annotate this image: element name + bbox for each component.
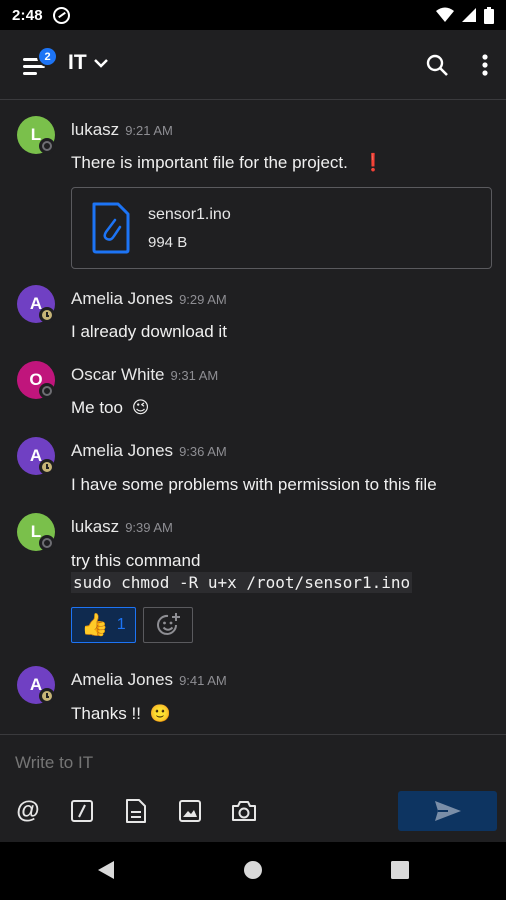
message-text: try this command (71, 551, 201, 570)
mention-button[interactable]: @ (14, 797, 42, 825)
slash-command-icon (71, 800, 93, 822)
message-text: There is important file for the project.… (71, 153, 384, 173)
home-icon (244, 861, 262, 879)
timestamp: 9:29 AM (179, 292, 227, 307)
code-block: sudo chmod -R u+x /root/sensor1.ino (71, 572, 413, 593)
inline-code: sudo chmod -R u+x /root/sensor1.ino (71, 572, 413, 593)
image-icon (179, 800, 201, 822)
timestamp: 9:21 AM (125, 123, 173, 138)
message-text: I have some problems with permission to … (71, 475, 437, 494)
recents-button[interactable] (390, 860, 410, 880)
chevron-down-icon (93, 59, 108, 68)
at-sign-icon: @ (16, 797, 40, 824)
room-name: IT (68, 51, 87, 74)
file-attachment-icon (92, 202, 130, 254)
status-offline-indicator (39, 535, 55, 551)
message-text: Me too 😉 (71, 398, 149, 418)
message-text: I already download it (71, 322, 227, 341)
system-navigation-bar (0, 842, 506, 900)
status-away-indicator (39, 459, 55, 475)
file-icon (126, 799, 146, 823)
unread-badge: 2 (37, 46, 58, 67)
send-icon (434, 801, 461, 821)
message-input[interactable] (15, 753, 485, 773)
reaction-thumbs-up[interactable]: 👍 1 (71, 607, 136, 643)
search-icon (426, 54, 448, 76)
send-button[interactable] (398, 791, 497, 831)
wink-emoji: 😉 (131, 398, 150, 417)
message-text-content: Thanks !! (71, 704, 141, 723)
wifi-icon (436, 7, 454, 22)
timestamp: 9:36 AM (179, 444, 227, 459)
file-attachment[interactable]: sensor1.ino 994 B (71, 187, 492, 269)
notification-icon (52, 6, 70, 24)
signal-icon (462, 8, 476, 22)
camera-button[interactable] (230, 797, 258, 825)
back-icon (98, 861, 114, 879)
menu-button[interactable]: 2 (20, 46, 58, 80)
status-away-indicator (39, 307, 55, 323)
image-upload-button[interactable] (176, 797, 204, 825)
username[interactable]: Amelia Jones (71, 670, 173, 690)
room-header: 2 IT (0, 30, 506, 100)
username[interactable]: Amelia Jones (71, 289, 173, 309)
smile-emoji: 🙂 (149, 704, 171, 723)
status-offline-indicator (39, 138, 55, 154)
message-text-content: There is important file for the project. (71, 153, 348, 172)
status-away-indicator (39, 688, 55, 704)
message-composer: @ (0, 734, 506, 842)
room-title[interactable]: IT (68, 51, 109, 75)
home-button[interactable] (243, 860, 263, 880)
menu-icon-bar (23, 72, 37, 75)
add-reaction-button[interactable] (143, 607, 193, 643)
message-text-content: Me too (71, 398, 123, 417)
status-bar: 2:48 (0, 0, 506, 30)
message-list[interactable]: L lukasz 9:21 AM There is important file… (0, 101, 506, 734)
status-offline-indicator (39, 383, 55, 399)
file-size: 994 B (148, 234, 188, 251)
file-name: sensor1.ino (148, 206, 231, 223)
add-reaction-icon (157, 613, 180, 635)
slash-command-button[interactable] (68, 797, 96, 825)
attach-file-button[interactable] (122, 797, 150, 825)
camera-icon (232, 801, 256, 821)
more-options-button[interactable] (470, 50, 500, 80)
username[interactable]: lukasz (71, 120, 119, 140)
kebab-menu-icon (482, 54, 488, 76)
thumbs-up-emoji: 👍 (81, 612, 109, 637)
username[interactable]: Amelia Jones (71, 441, 173, 461)
timestamp: 9:31 AM (170, 368, 219, 383)
recents-icon (391, 861, 409, 879)
reaction-count: 1 (116, 616, 126, 633)
back-button[interactable] (96, 860, 116, 880)
timestamp: 9:39 AM (125, 520, 173, 535)
username[interactable]: Oscar White (71, 365, 165, 385)
timestamp: 9:41 AM (179, 673, 227, 688)
message-text: Thanks !! 🙂 (71, 704, 171, 724)
battery-icon (484, 6, 494, 24)
status-time: 2:48 (12, 6, 43, 24)
search-button[interactable] (422, 50, 452, 80)
username[interactable]: lukasz (71, 517, 119, 537)
exclamation-emoji: ❗ (362, 153, 384, 172)
